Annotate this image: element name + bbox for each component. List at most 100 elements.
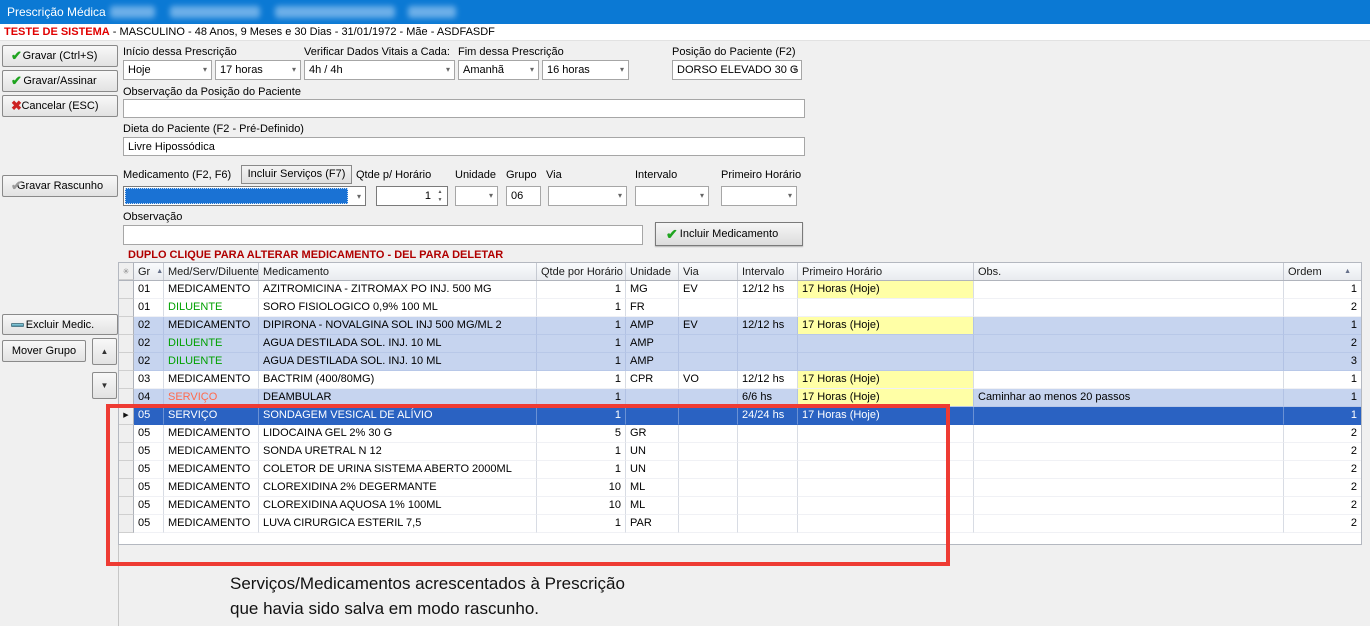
grid-header-row: ✳ Gr▲Med/Serv/DiluenteMedicamentoQtde po… (119, 263, 1361, 281)
chevron-down-icon: ▾ (530, 61, 534, 79)
redacted-title-text (170, 6, 260, 18)
row-selector[interactable] (119, 335, 134, 353)
stepper-arrows[interactable]: ▲▼ (434, 187, 446, 205)
row-selector[interactable] (119, 515, 134, 533)
cell-route (679, 515, 738, 533)
move-down-button[interactable]: ▼ (92, 372, 117, 399)
cell-quantity: 1 (537, 371, 626, 389)
cell-group: 05 (134, 479, 164, 497)
diet-input[interactable] (123, 137, 805, 156)
cell-route (679, 335, 738, 353)
patient-position-dropdown[interactable]: DORSO ELEVADO 30 G ▾ (672, 60, 802, 80)
end-day-dropdown[interactable]: Amanhã ▾ (458, 60, 539, 80)
table-row[interactable]: ▶ 05 SERVIÇO SONDAGEM VESICAL DE ALÍVIO … (119, 407, 1361, 425)
column-header-via[interactable]: Via (679, 263, 738, 280)
column-header-primeiro[interactable]: Primeiro Horário (798, 263, 974, 280)
row-selector[interactable] (119, 443, 134, 461)
cell-first-time (798, 425, 974, 443)
row-selector[interactable] (119, 317, 134, 335)
column-header-obs[interactable]: Obs. (974, 263, 1284, 280)
column-header-unidade[interactable]: Unidade (626, 263, 679, 280)
include-services-button[interactable]: Incluir Serviços (F7) (241, 165, 352, 184)
route-dropdown[interactable]: ▾ (548, 186, 627, 206)
patient-name: TESTE DE SISTEMA (4, 26, 110, 38)
move-up-button[interactable]: ▲ (92, 338, 117, 365)
start-day-dropdown[interactable]: Hoje ▾ (123, 60, 212, 80)
cell-medication: SONDAGEM VESICAL DE ALÍVIO (259, 407, 537, 425)
save-button[interactable]: ✔ Gravar (Ctrl+S) (2, 45, 118, 67)
unit-dropdown[interactable]: ▾ (455, 186, 498, 206)
interval-dropdown[interactable]: ▾ (635, 186, 709, 206)
column-header-tipo[interactable]: Med/Serv/Diluente (164, 263, 259, 280)
cell-interval: 24/24 hs (738, 407, 798, 425)
row-selector[interactable] (119, 497, 134, 515)
cell-first-time (798, 479, 974, 497)
table-row[interactable]: 05 MEDICAMENTO COLETOR DE URINA SISTEMA … (119, 461, 1361, 479)
redacted-title-text (275, 6, 395, 18)
cancel-button[interactable]: ✖ Cancelar (ESC) (2, 95, 118, 117)
table-row[interactable]: 05 MEDICAMENTO LIDOCAINA GEL 2% 30 G 5 G… (119, 425, 1361, 443)
start-hour-dropdown[interactable]: 17 horas ▾ (215, 60, 301, 80)
cell-type: MEDICAMENTO (164, 443, 259, 461)
cell-observation (974, 407, 1284, 425)
table-row[interactable]: 02 DILUENTE AGUA DESTILADA SOL. INJ. 10 … (119, 335, 1361, 353)
cell-observation (974, 461, 1284, 479)
table-row[interactable]: 02 DILUENTE AGUA DESTILADA SOL. INJ. 10 … (119, 353, 1361, 371)
move-group-button[interactable]: Mover Grupo (2, 340, 86, 362)
table-row[interactable]: 02 MEDICAMENTO DIPIRONA - NOVALGINA SOL … (119, 317, 1361, 335)
column-header-ordem[interactable]: Ordem▲ (1284, 263, 1362, 280)
chevron-down-icon: ▾ (203, 61, 207, 79)
row-selector[interactable] (119, 425, 134, 443)
vitals-interval-dropdown[interactable]: 4h / 4h ▾ (304, 60, 455, 80)
end-hour-dropdown[interactable]: 16 horas ▾ (542, 60, 629, 80)
row-selector[interactable] (119, 371, 134, 389)
cell-type: SERVIÇO (164, 389, 259, 407)
grid-corner-cell: ✳ (119, 263, 134, 280)
quantity-stepper[interactable]: 1 ▲▼ (376, 186, 448, 206)
table-row[interactable]: 04 SERVIÇO DEAMBULAR 1 6/6 hs 17 Horas (… (119, 389, 1361, 407)
group-input[interactable] (506, 186, 541, 206)
save-draft-button[interactable]: ✔ Gravar Rascunho (2, 175, 118, 197)
medication-combobox[interactable]: ▾ (123, 186, 366, 206)
column-header-intervalo[interactable]: Intervalo (738, 263, 798, 280)
table-row[interactable]: 03 MEDICAMENTO BACTRIM (400/80MG) 1 CPR … (119, 371, 1361, 389)
patient-position-label: Posição do Paciente (F2) (672, 46, 796, 58)
row-selector[interactable] (119, 353, 134, 371)
cell-quantity: 1 (537, 389, 626, 407)
cell-type: MEDICAMENTO (164, 515, 259, 533)
delete-medication-button[interactable]: Excluir Medic. (2, 314, 118, 335)
chevron-down-icon: ▾ (446, 61, 450, 79)
column-header-med[interactable]: Medicamento (259, 263, 537, 280)
row-selector[interactable]: ▶ (119, 407, 134, 425)
cell-type: DILUENTE (164, 335, 259, 353)
table-row[interactable]: 05 MEDICAMENTO LUVA CIRURGICA ESTERIL 7,… (119, 515, 1361, 533)
table-row[interactable]: 01 MEDICAMENTO AZITROMICINA - ZITROMAX P… (119, 281, 1361, 299)
move-group-button-label: Mover Grupo (12, 345, 76, 357)
cell-group: 05 (134, 497, 164, 515)
table-row[interactable]: 05 MEDICAMENTO CLOREXIDINA 2% DEGERMANTE… (119, 479, 1361, 497)
include-medication-button[interactable]: ✔ Incluir Medicamento (655, 222, 803, 246)
row-selector[interactable] (119, 461, 134, 479)
position-observation-input[interactable] (123, 99, 805, 118)
table-row[interactable]: 01 DILUENTE SORO FISIOLOGICO 0,9% 100 ML… (119, 299, 1361, 317)
cell-unit: UN (626, 443, 679, 461)
row-selector[interactable] (119, 479, 134, 497)
column-header-gr[interactable]: Gr▲ (134, 263, 164, 280)
cell-quantity: 1 (537, 407, 626, 425)
row-pointer-icon: ▶ (123, 407, 128, 424)
column-header-qtde[interactable]: Qtde por Horário (537, 263, 626, 280)
table-row[interactable]: 05 MEDICAMENTO CLOREXIDINA AQUOSA 1% 100… (119, 497, 1361, 515)
observation-input[interactable] (123, 225, 643, 245)
cell-type: MEDICAMENTO (164, 461, 259, 479)
row-selector[interactable] (119, 299, 134, 317)
first-time-dropdown[interactable]: ▾ (721, 186, 797, 206)
cell-first-time (798, 443, 974, 461)
save-sign-button[interactable]: ✔ Gravar/Assinar (2, 70, 118, 92)
table-row[interactable]: 05 MEDICAMENTO SONDA URETRAL N 12 1 UN 2 (119, 443, 1361, 461)
start-prescription-label: Início dessa Prescrição (123, 46, 237, 58)
cell-first-time: 17 Horas (Hoje) (798, 281, 974, 299)
row-selector[interactable] (119, 281, 134, 299)
annotation-caption-line1: Serviços/Medicamentos acrescentados à Pr… (230, 571, 625, 596)
row-selector[interactable] (119, 389, 134, 407)
cell-group: 01 (134, 281, 164, 299)
